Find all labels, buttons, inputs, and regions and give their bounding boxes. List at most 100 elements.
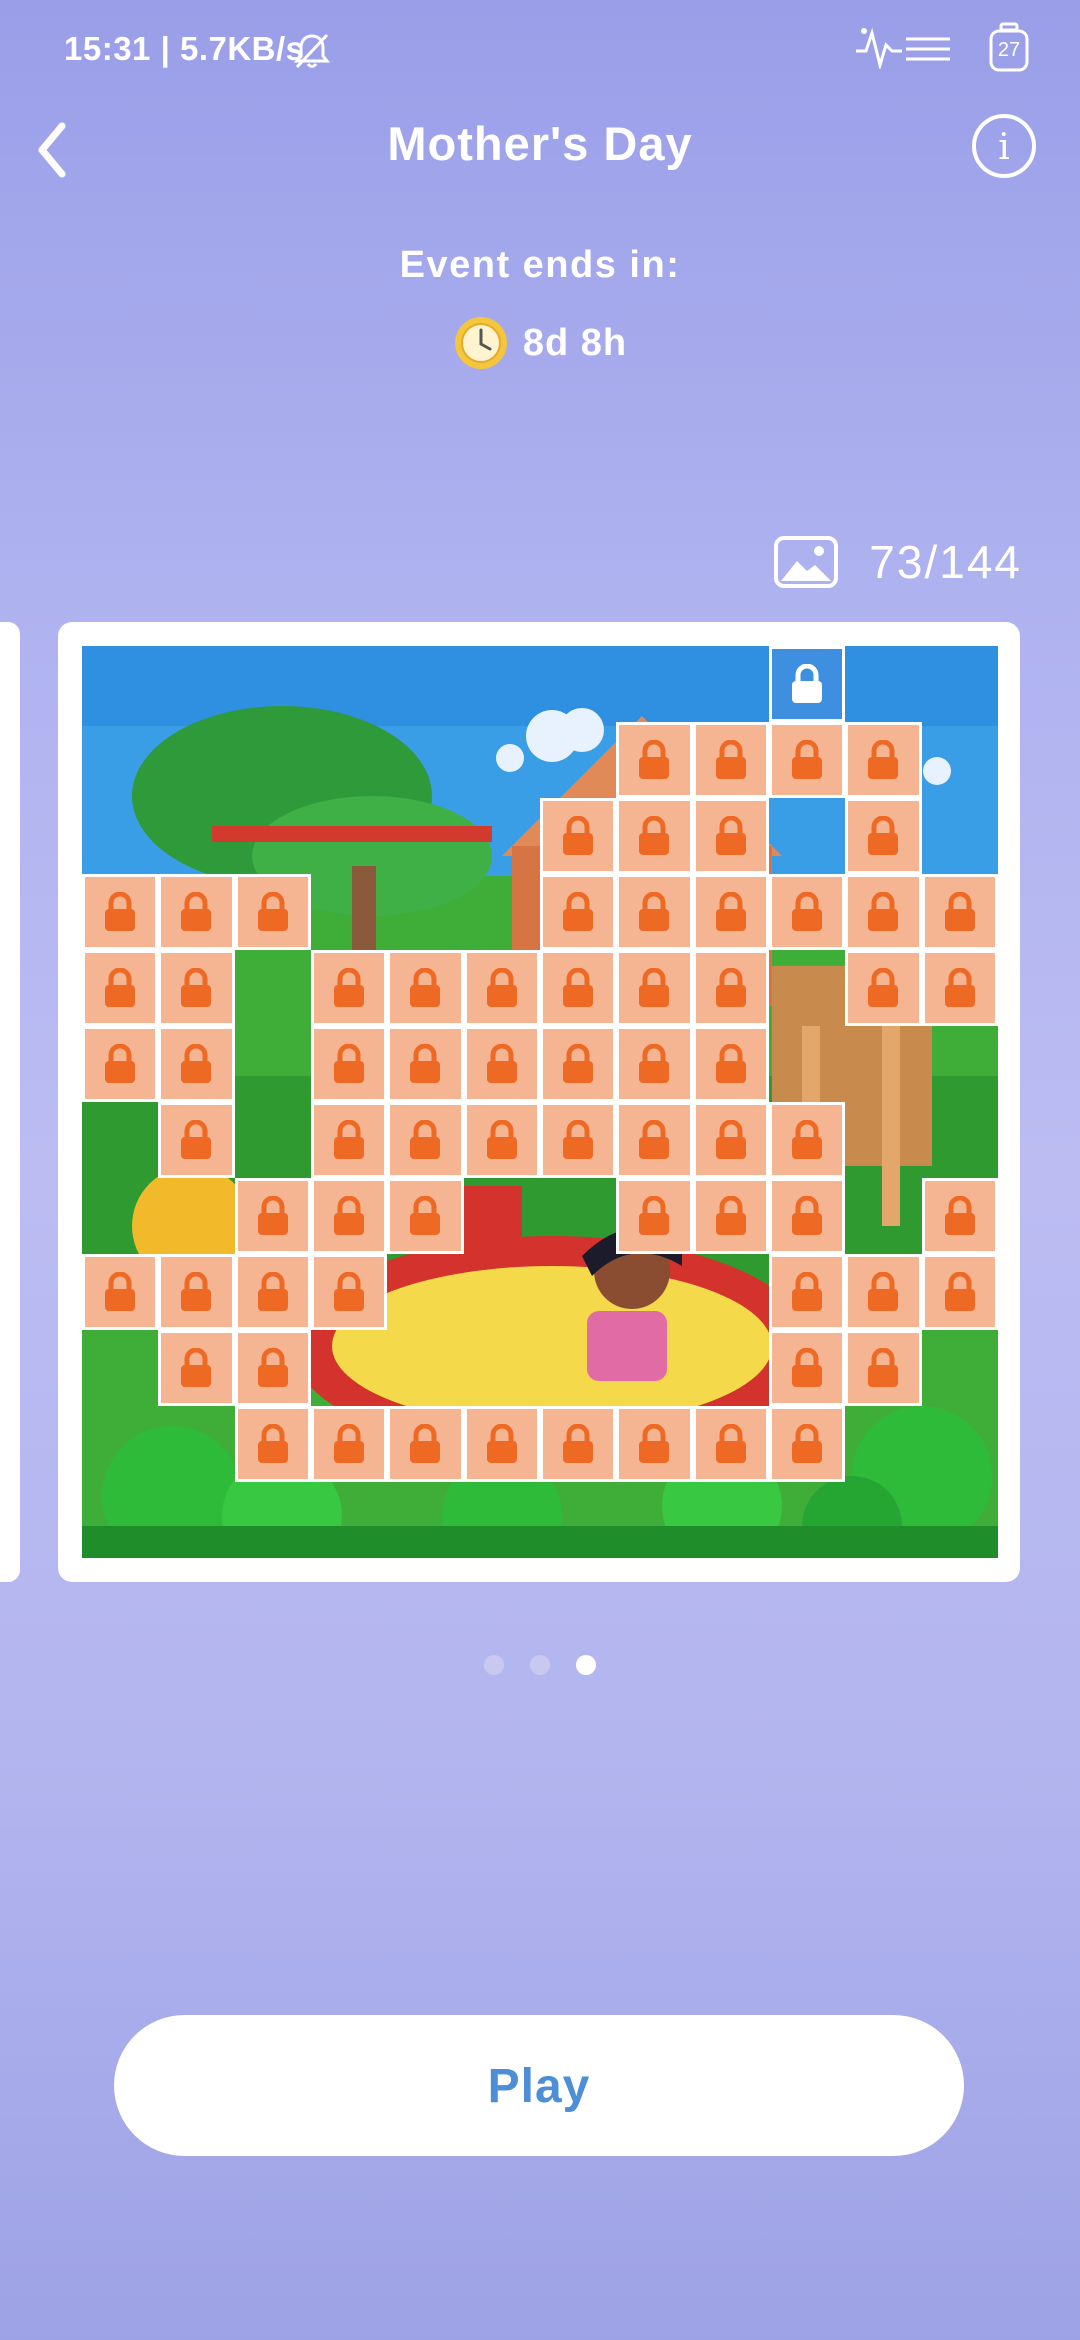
puzzle-tile-locked[interactable] (921, 1178, 998, 1254)
lock-icon (410, 1196, 441, 1235)
lock-icon (868, 968, 899, 1007)
status-bar: 15:31 | 5.7KB/s 27 (0, 0, 1080, 100)
puzzle-tile-locked[interactable] (234, 1406, 311, 1482)
puzzle-tile-locked[interactable] (463, 1102, 540, 1178)
puzzle-tile-locked[interactable] (616, 950, 693, 1026)
page-dot[interactable] (530, 1655, 550, 1675)
puzzle-tile-locked[interactable] (616, 1406, 693, 1482)
lock-icon (181, 892, 212, 931)
puzzle-tile-locked[interactable] (769, 1254, 846, 1330)
lock-icon (792, 892, 823, 931)
lock-icon (334, 968, 365, 1007)
lock-icon (486, 1120, 517, 1159)
page-dot[interactable] (484, 1655, 504, 1675)
puzzle-tile-locked[interactable] (234, 1254, 311, 1330)
puzzle-card[interactable] (58, 622, 1020, 1582)
puzzle-tile-locked[interactable] (311, 1254, 388, 1330)
puzzle-tile-locked[interactable] (82, 1026, 159, 1102)
puzzle-tile-locked[interactable] (845, 1330, 922, 1406)
puzzle-tile-locked[interactable] (463, 950, 540, 1026)
puzzle-tile-locked[interactable] (692, 1406, 769, 1482)
lock-icon (334, 1196, 365, 1235)
lock-icon (715, 1424, 746, 1463)
puzzle-tile-locked[interactable] (387, 950, 464, 1026)
puzzle-tile-locked[interactable] (540, 798, 617, 874)
puzzle-tile-locked[interactable] (845, 874, 922, 950)
puzzle-tile-locked[interactable] (921, 950, 998, 1026)
puzzle-tile-locked[interactable] (845, 722, 922, 798)
puzzle-tile-locked[interactable] (692, 1102, 769, 1178)
puzzle-tile-locked[interactable] (234, 874, 311, 950)
puzzle-tile-locked[interactable] (692, 1026, 769, 1102)
lock-icon (410, 1424, 441, 1463)
puzzle-tile-locked[interactable] (540, 1406, 617, 1482)
puzzle-tile-locked[interactable] (463, 1026, 540, 1102)
puzzle-tile-locked[interactable] (692, 798, 769, 874)
puzzle-tile-locked[interactable] (616, 1178, 693, 1254)
puzzle-tile-locked[interactable] (616, 798, 693, 874)
puzzle-tile-locked[interactable] (540, 1102, 617, 1178)
puzzle-tile-locked[interactable] (921, 874, 998, 950)
puzzle-tile-locked[interactable] (692, 1178, 769, 1254)
puzzle-tile-locked[interactable] (692, 950, 769, 1026)
lock-icon (105, 968, 136, 1007)
puzzle-tile-locked[interactable] (616, 722, 693, 798)
lock-icon (257, 1196, 288, 1235)
puzzle-tile-locked[interactable] (387, 1178, 464, 1254)
puzzle-tile-locked[interactable] (921, 1254, 998, 1330)
puzzle-tile-locked[interactable] (387, 1026, 464, 1102)
puzzle-tile-locked[interactable] (769, 1178, 846, 1254)
puzzle-tile-locked[interactable] (158, 1026, 235, 1102)
puzzle-tile-locked[interactable] (540, 874, 617, 950)
countdown-value: 8d 8h (522, 321, 628, 364)
previous-puzzle-card[interactable] (0, 622, 20, 1582)
page-title: Mother's Day (387, 117, 693, 170)
puzzle-tile-locked[interactable] (387, 1102, 464, 1178)
puzzle-tile-locked[interactable] (769, 874, 846, 950)
puzzle-tile-locked[interactable] (234, 1178, 311, 1254)
puzzle-tile-locked[interactable] (387, 1406, 464, 1482)
puzzle-tile-locked[interactable] (769, 1102, 846, 1178)
puzzle-tile-locked[interactable] (845, 950, 922, 1026)
puzzle-tile-locked[interactable] (769, 1406, 846, 1482)
puzzle-tile-locked[interactable] (82, 1254, 159, 1330)
lock-icon (868, 1272, 899, 1311)
lock-icon (944, 1196, 975, 1235)
puzzle-tile-locked[interactable] (311, 1178, 388, 1254)
lock-icon (181, 1044, 212, 1083)
puzzle-tile-locked[interactable] (158, 950, 235, 1026)
lock-icon (181, 968, 212, 1007)
puzzle-tile-locked[interactable] (769, 1330, 846, 1406)
lock-icon (868, 892, 899, 931)
puzzle-tile-locked[interactable] (845, 798, 922, 874)
puzzle-tile-locked[interactable] (769, 722, 846, 798)
lock-icon (486, 1044, 517, 1083)
puzzle-tile-locked[interactable] (540, 950, 617, 1026)
puzzle-tile-locked[interactable] (311, 1026, 388, 1102)
lock-icon (410, 1044, 441, 1083)
puzzle-tile-locked[interactable] (158, 1330, 235, 1406)
puzzle-tile-locked[interactable] (692, 722, 769, 798)
info-button[interactable]: i (972, 114, 1036, 178)
lock-icon (105, 1272, 136, 1311)
puzzle-tile-locked[interactable] (540, 1026, 617, 1102)
page-dot[interactable] (576, 1655, 596, 1675)
puzzle-tile-locked[interactable] (616, 874, 693, 950)
puzzle-tile-locked[interactable] (311, 1102, 388, 1178)
puzzle-tile-locked[interactable] (616, 1102, 693, 1178)
puzzle-tile-highlighted[interactable] (769, 646, 846, 722)
puzzle-tile-locked[interactable] (311, 1406, 388, 1482)
puzzle-tile-locked[interactable] (616, 1026, 693, 1102)
play-button[interactable]: Play (114, 2015, 964, 2156)
puzzle-tile-locked[interactable] (463, 1406, 540, 1482)
puzzle-tile-locked[interactable] (158, 1254, 235, 1330)
puzzle-tile-locked[interactable] (158, 874, 235, 950)
lock-icon (639, 1120, 670, 1159)
puzzle-tile-locked[interactable] (82, 950, 159, 1026)
puzzle-tile-locked[interactable] (692, 874, 769, 950)
puzzle-tile-locked[interactable] (234, 1330, 311, 1406)
puzzle-tile-locked[interactable] (158, 1102, 235, 1178)
puzzle-tile-locked[interactable] (845, 1254, 922, 1330)
puzzle-tile-locked[interactable] (311, 950, 388, 1026)
puzzle-tile-locked[interactable] (82, 874, 159, 950)
